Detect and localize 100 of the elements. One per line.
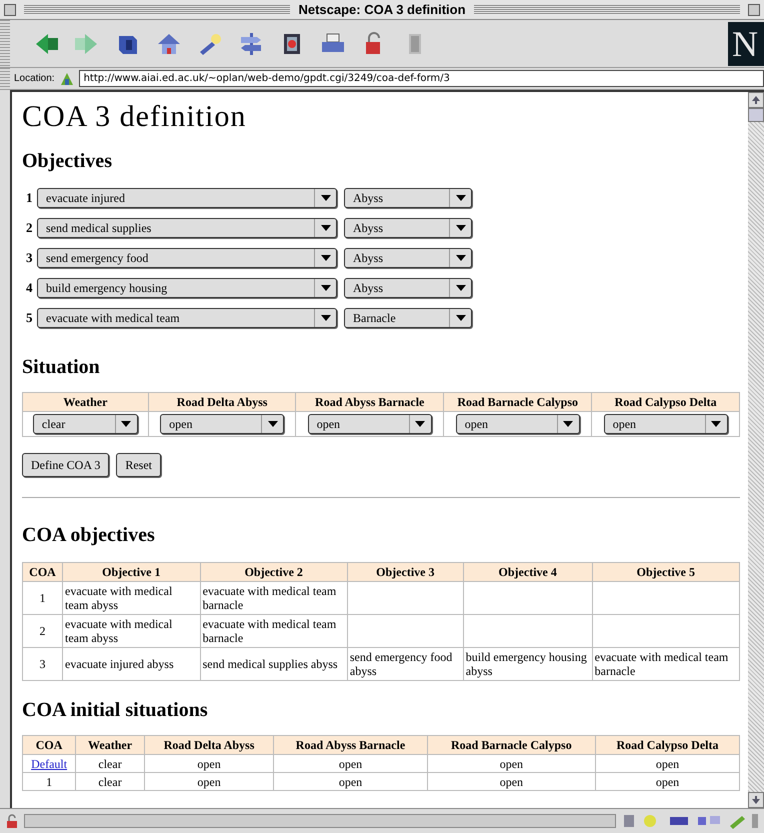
- location-field[interactable]: http://www.aiai.ed.ac.uk/~oplan/web-demo/gpdt.cgi/3249/coa-def-form/3: [78, 70, 764, 87]
- dropdown[interactable]: Abyss: [344, 248, 472, 268]
- table-cell: build emergency housing abyss: [466, 650, 587, 678]
- picture-frame-icon[interactable]: [284, 34, 300, 54]
- caret-icon: [320, 225, 330, 231]
- objective-number: 5: [26, 309, 34, 328]
- dropdown[interactable]: open: [160, 414, 284, 434]
- caret-icon: [456, 195, 466, 201]
- column-header: Weather: [22, 392, 148, 412]
- objective-number: 4: [26, 279, 34, 298]
- reload-icon[interactable]: [119, 36, 137, 54]
- caret-icon: [320, 285, 330, 291]
- table-cell: open: [197, 756, 221, 770]
- dropdown[interactable]: clear: [32, 414, 138, 434]
- column-header: Objective 1: [62, 562, 200, 582]
- section-heading: Objectives: [22, 149, 113, 174]
- caret-icon: [268, 421, 278, 427]
- table-cell: evacuate injured abyss: [65, 657, 174, 671]
- form-button[interactable]: Define COA 3: [22, 453, 110, 477]
- table-cell: open: [500, 756, 524, 770]
- table-cell: evacuate with medical team barnacle: [202, 584, 336, 612]
- dropdown[interactable]: Abyss: [344, 188, 472, 208]
- printer-icon[interactable]: [322, 33, 344, 52]
- table-cell: open: [338, 774, 362, 788]
- table-cell: open: [656, 756, 680, 770]
- close-box[interactable]: [4, 4, 16, 16]
- padlock-icon[interactable]: [366, 32, 380, 54]
- table-cell: evacuate with medical team barnacle: [594, 650, 728, 678]
- column-header: Road Delta Abyss: [144, 736, 274, 754]
- objective-number: 1: [26, 189, 34, 208]
- dropdown[interactable]: Abyss: [344, 218, 472, 238]
- table-cell: send emergency food abyss: [350, 650, 452, 678]
- flashlight-icon[interactable]: [200, 34, 221, 54]
- signpost-icon[interactable]: [241, 32, 261, 54]
- page-title: COA 3 definition: [22, 100, 248, 134]
- scroll-down-icon[interactable]: [752, 796, 760, 804]
- dropdown[interactable]: evacuate injured: [37, 188, 337, 208]
- table-cell: 1: [46, 774, 52, 788]
- column-header: Road Calypso Delta: [595, 736, 740, 754]
- toolbar-grip[interactable]: [0, 68, 10, 89]
- dropdown[interactable]: send emergency food: [37, 248, 337, 268]
- column-header: Road Abyss Barnacle: [274, 736, 428, 754]
- table-cell: evacuate with medical team abyss: [65, 584, 172, 612]
- table-cell: 2: [40, 624, 46, 638]
- caret-icon: [456, 315, 466, 321]
- bookmark-icon[interactable]: [58, 70, 75, 86]
- column-header: Road Calypso Delta: [592, 392, 740, 412]
- caret-icon: [415, 421, 426, 427]
- section-heading: Situation: [22, 355, 101, 380]
- location-label: Location:: [14, 72, 55, 86]
- table-cell: 1: [40, 591, 46, 605]
- caret-icon: [320, 195, 330, 201]
- column-header: Objective 5: [592, 562, 740, 582]
- column-header: COA: [22, 736, 76, 754]
- caret-icon: [121, 421, 132, 427]
- table-cell: open: [197, 774, 221, 788]
- column-header: Weather: [76, 736, 144, 754]
- scrollbar[interactable]: [748, 90, 764, 808]
- table-cell: evacuate with medical team barnacle: [202, 617, 336, 645]
- dropdown[interactable]: Abyss: [344, 278, 472, 298]
- form-button[interactable]: Reset: [116, 453, 161, 477]
- table-cell: clear: [98, 774, 122, 788]
- dropdown[interactable]: open: [456, 414, 580, 434]
- column-header: Road Delta Abyss: [148, 392, 296, 412]
- section-heading: COA objectives: [22, 523, 156, 548]
- zoom-box[interactable]: [748, 4, 760, 16]
- dropdown[interactable]: send medical supplies: [37, 218, 337, 238]
- dropdown[interactable]: evacuate with medical team: [37, 308, 337, 328]
- caret-icon: [456, 255, 466, 261]
- caret-icon: [563, 421, 574, 427]
- caret-icon: [456, 225, 466, 231]
- table-cell: evacuate with medical team abyss: [65, 617, 172, 645]
- table-cell: 3: [40, 657, 46, 671]
- netscape-logo: N: [728, 22, 764, 66]
- scroll-up-icon[interactable]: [752, 96, 760, 104]
- section-heading: COA initial situations: [22, 698, 209, 723]
- dropdown[interactable]: Barnacle: [344, 308, 472, 328]
- caret-icon: [711, 421, 722, 427]
- column-header: Road Barnacle Calypso: [427, 736, 596, 754]
- table-cell: open: [338, 756, 362, 770]
- window-title: Netscape: COA 3 definition: [298, 0, 466, 19]
- caret-icon: [320, 315, 330, 321]
- table-cell: open: [500, 774, 524, 788]
- column-header: Objective 3: [347, 562, 464, 582]
- objective-number: 2: [26, 219, 34, 238]
- padlock-icon[interactable]: [4, 813, 20, 829]
- toolbar-grip[interactable]: [0, 20, 10, 67]
- column-header: Objective 2: [200, 562, 348, 582]
- scroll-thumb[interactable]: [748, 108, 764, 122]
- dropdown[interactable]: build emergency housing: [37, 278, 337, 298]
- dropdown[interactable]: open: [308, 414, 432, 434]
- home-icon[interactable]: [158, 34, 180, 54]
- table-cell: clear: [98, 756, 122, 770]
- dropdown[interactable]: open: [604, 414, 728, 434]
- column-header: Road Barnacle Calypso: [444, 392, 592, 412]
- objective-number: 3: [26, 249, 34, 268]
- column-header: Road Abyss Barnacle: [296, 392, 444, 412]
- back-arrow-icon[interactable]: [36, 34, 58, 54]
- column-header: COA: [22, 562, 62, 582]
- caret-icon: [456, 285, 466, 291]
